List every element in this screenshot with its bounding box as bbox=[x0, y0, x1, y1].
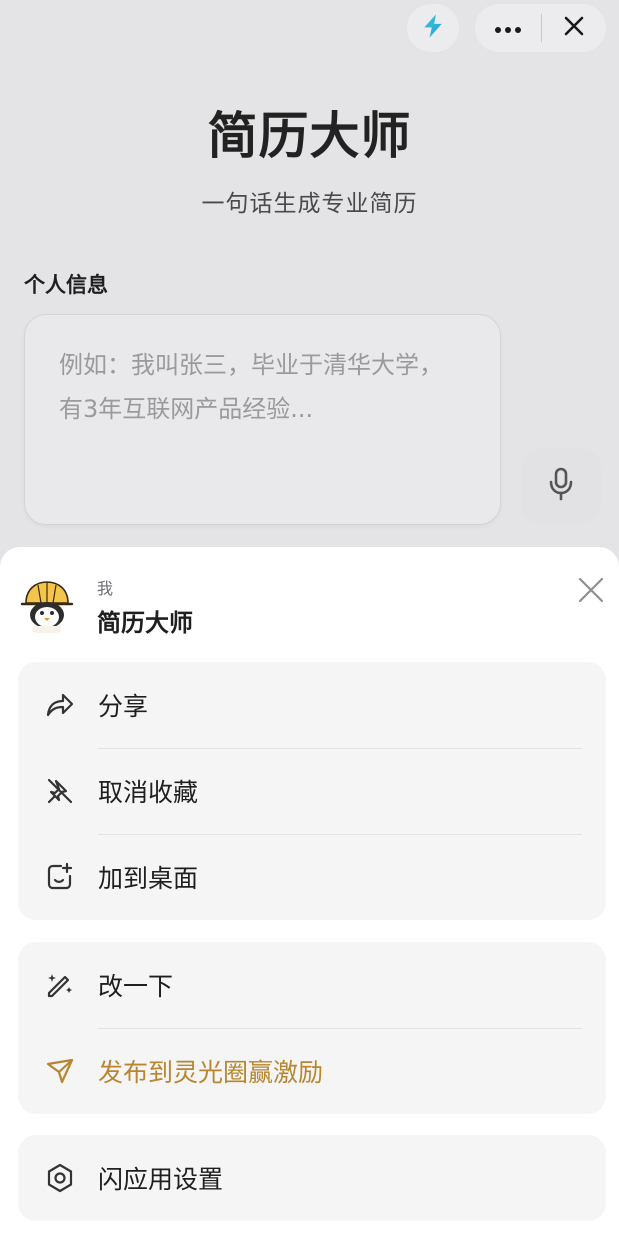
page-subtitle: 一句话生成专业简历 bbox=[201, 191, 418, 217]
menu-group-settings: 闪应用设置 bbox=[18, 1135, 606, 1221]
menu-item-label: 改一下 bbox=[98, 972, 174, 1001]
menu-item-publish[interactable]: 发布到灵光圈赢激励 bbox=[18, 1028, 606, 1114]
mini-program-capsule bbox=[475, 4, 606, 52]
edit-wand-icon bbox=[42, 967, 78, 1003]
sheet-close-button[interactable] bbox=[572, 573, 610, 611]
more-button[interactable] bbox=[475, 4, 541, 52]
share-icon bbox=[42, 687, 78, 723]
menu-item-unfavorite[interactable]: 取消收藏 bbox=[18, 748, 606, 834]
unpin-icon bbox=[42, 773, 78, 809]
menu-item-label: 发布到灵光圈赢激励 bbox=[98, 1058, 324, 1087]
close-button[interactable] bbox=[542, 4, 606, 52]
lightning-icon bbox=[419, 12, 447, 44]
menu-group-primary: 分享 取消收藏 加到桌面 bbox=[18, 662, 606, 920]
page-title: 简历大师 bbox=[207, 107, 412, 165]
microphone-icon bbox=[546, 467, 576, 505]
voice-input-button[interactable] bbox=[521, 448, 601, 524]
personal-info-input[interactable] bbox=[24, 314, 501, 525]
avatar bbox=[18, 577, 76, 635]
add-to-desktop-icon bbox=[42, 859, 78, 895]
resume-app-background: 简历大师 一句话生成专业简历 个人信息 bbox=[0, 0, 619, 560]
settings-hexagon-icon bbox=[42, 1160, 78, 1196]
send-icon bbox=[42, 1053, 78, 1089]
menu-item-add-to-desktop[interactable]: 加到桌面 bbox=[18, 834, 606, 920]
menu-item-edit[interactable]: 改一下 bbox=[18, 942, 606, 1028]
menu-item-settings[interactable]: 闪应用设置 bbox=[18, 1135, 606, 1221]
lightning-button[interactable] bbox=[407, 4, 459, 52]
action-sheet: 我 简历大师 分享 取消收藏 加到桌面 改一下 发布到灵光圈赢激励 闪应用设置 bbox=[0, 547, 619, 1253]
more-dots-icon bbox=[494, 19, 522, 38]
personal-info-label: 个人信息 bbox=[24, 273, 108, 297]
close-icon bbox=[577, 576, 605, 608]
close-icon bbox=[563, 15, 585, 41]
menu-item-label: 加到桌面 bbox=[98, 864, 199, 893]
menu-item-label: 分享 bbox=[98, 692, 149, 721]
app-name: 简历大师 bbox=[97, 609, 193, 637]
menu-item-label: 取消收藏 bbox=[98, 778, 199, 807]
menu-item-label: 闪应用设置 bbox=[98, 1165, 224, 1194]
sheet-header: 我 简历大师 bbox=[0, 547, 619, 659]
owner-label: 我 bbox=[97, 579, 114, 598]
menu-item-share[interactable]: 分享 bbox=[18, 662, 606, 748]
menu-group-edit: 改一下 发布到灵光圈赢激励 bbox=[18, 942, 606, 1114]
